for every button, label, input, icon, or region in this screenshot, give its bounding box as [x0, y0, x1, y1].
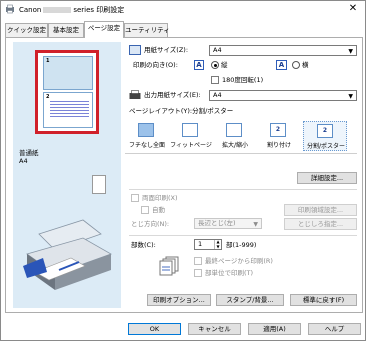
copies-input[interactable]: 1 ▲ ▼ [194, 239, 222, 250]
layout-caption: 割り付け [266, 142, 291, 149]
print-from-last-page-label: 最終ページから印刷(R) [205, 257, 273, 265]
restore-defaults-button[interactable]: 標準に戻す(F) [290, 294, 357, 306]
duplex-label: 両面印刷(X) [142, 194, 178, 202]
layout-caption: 拡大/縮小 [221, 142, 249, 149]
page-layout-icon: 2 [270, 123, 286, 137]
orientation-label: 印刷の向き(O): [133, 61, 178, 69]
copies-stepper[interactable]: ▲ ▼ [214, 239, 221, 249]
layout-caption: フチなし全面 [128, 142, 165, 149]
paper-size-select[interactable]: A4 ▼ [209, 45, 357, 56]
chevron-down-icon: ▼ [253, 221, 258, 228]
layout-tiling-poster[interactable]: 2 分割/ポスター [303, 121, 347, 151]
title-prefix: Canon [19, 6, 42, 14]
layout-scaled[interactable]: 拡大/縮小 [213, 121, 257, 151]
preview-page-1: 1 [43, 56, 93, 90]
rotate-180-label: 180度回転(1) [222, 76, 264, 84]
detail-settings-button[interactable]: 詳細設定... [297, 172, 357, 184]
ok-button[interactable]: OK [128, 323, 181, 335]
copies-label: 部数(C): [131, 241, 156, 249]
media-size: A4 [19, 157, 28, 165]
portrait-label: 縦 [221, 61, 228, 69]
landscape-label: 横 [302, 61, 309, 69]
output-printer-icon [129, 90, 141, 99]
tab-bar: クイック設定 基本設定 ページ設定 ユーティリティ [5, 21, 363, 38]
preview-page-2: 2 [43, 92, 93, 128]
auto-duplex-label: 自動 [152, 206, 165, 214]
media-type: 普通紙 [19, 149, 39, 157]
copies-stack-icon [159, 256, 179, 276]
paper-orientation-icon [92, 175, 106, 194]
divider [129, 235, 357, 236]
duplex-checkbox[interactable] [131, 194, 139, 202]
print-from-last-page-checkbox[interactable] [194, 257, 202, 265]
output-size-label: 出力用紙サイズ(E): [144, 91, 201, 99]
output-size-value: A4 [213, 91, 222, 99]
paper-size-label: 用紙サイズ(Z): [144, 46, 189, 54]
tab-main[interactable]: 基本設定 [48, 23, 84, 37]
binding-side-label: とじ方向(N): [131, 220, 170, 228]
chevron-down-icon: ▼ [348, 93, 353, 100]
scaled-icon [226, 123, 242, 137]
auto-duplex-checkbox[interactable] [141, 206, 149, 214]
print-options-button[interactable]: 印刷オプション... [147, 294, 211, 306]
tab-quick-setup[interactable]: クイック設定 [5, 23, 48, 37]
model-name-redacted [43, 7, 72, 13]
binding-margin-button[interactable]: とじしろ指定... [284, 218, 357, 230]
binding-side-select[interactable]: 長辺とじ(左) ▼ [194, 218, 262, 229]
layout-caption: フィットページ [170, 142, 212, 149]
tab-page-setup[interactable]: ページ設定 [84, 21, 124, 38]
layout-borderless[interactable]: フチなし全面 [125, 121, 169, 151]
collate-checkbox[interactable] [194, 269, 202, 277]
layout-list-bottom [125, 153, 357, 154]
printer-app-icon [6, 4, 14, 14]
printer-illustration-icon [23, 219, 112, 290]
window-title: Canon series 印刷設定 [19, 5, 124, 15]
layout-page-layout[interactable]: 2 割り付け [257, 121, 301, 151]
apply-button[interactable]: 適用(A) [248, 323, 301, 335]
borderless-icon [138, 123, 154, 137]
copies-value: 1 [198, 240, 203, 248]
page-number-1: 1 [46, 58, 50, 64]
portrait-icon: A [194, 60, 204, 70]
stamp-background-button[interactable]: スタンプ/背景... [216, 294, 284, 306]
copies-range: 部(1-999) [226, 241, 257, 249]
layout-caption: 分割/ポスター [306, 143, 346, 150]
divider [129, 189, 357, 190]
paper-size-icon [129, 45, 141, 55]
print-settings-window: Canon series 印刷設定 ✕ クイック設定 基本設定 ページ設定 ユーテ… [0, 0, 366, 341]
collate-label: 部単位で印刷(T) [205, 269, 254, 277]
print-area-setup-button[interactable]: 印刷領域設定... [284, 204, 357, 216]
page-layout-label: ページレイアウト(Y):分割/ポスター [129, 107, 234, 115]
chevron-down-icon: ▼ [348, 48, 353, 55]
cancel-button[interactable]: キャンセル [188, 323, 241, 335]
portrait-radio[interactable] [211, 61, 219, 69]
fit-page-icon [182, 123, 198, 137]
landscape-icon: A [276, 60, 287, 70]
binding-side-value: 長辺とじ(左) [198, 219, 236, 227]
help-button[interactable]: ヘルプ [308, 323, 361, 335]
title-suffix: series 印刷設定 [73, 6, 125, 14]
landscape-radio[interactable] [292, 61, 300, 69]
output-size-select[interactable]: A4 ▼ [209, 90, 357, 101]
media-info: 普通紙 A4 [19, 149, 39, 165]
layout-preview: 1 2 [35, 50, 99, 134]
paper-size-value: A4 [213, 46, 222, 54]
tab-utility[interactable]: ユーティリティ [124, 23, 170, 37]
title-bar: Canon series 印刷設定 ✕ [1, 1, 365, 18]
layout-fit-page[interactable]: フィットページ [169, 121, 213, 151]
close-icon[interactable]: ✕ [347, 3, 359, 15]
rotate-180-checkbox[interactable] [211, 76, 219, 84]
tiling-poster-icon: 2 [317, 124, 333, 138]
page-number-2: 2 [46, 94, 50, 100]
